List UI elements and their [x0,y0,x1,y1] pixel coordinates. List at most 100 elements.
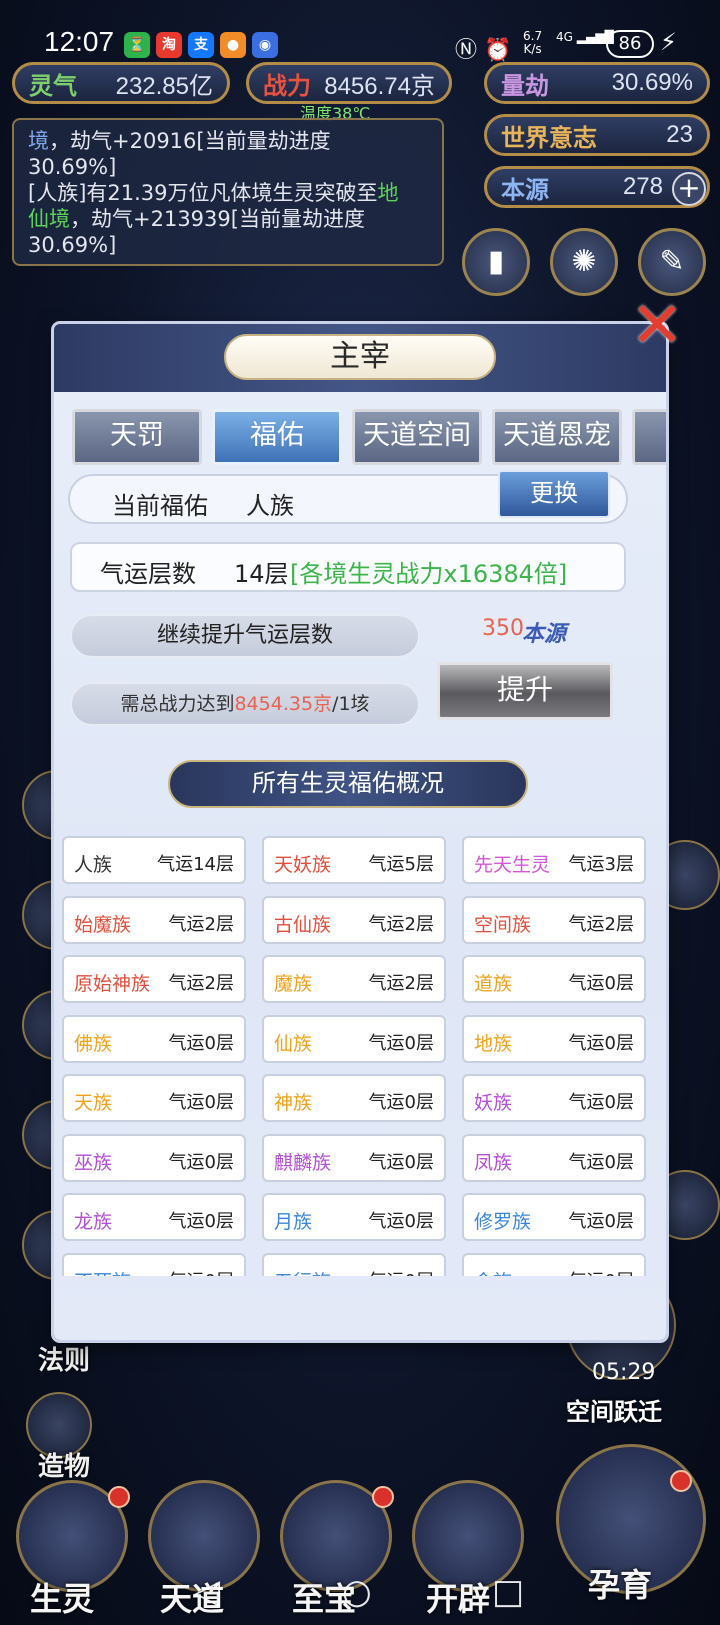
race-name: 五行族 [274,1267,331,1277]
race-name: 地族 [474,1032,513,1055]
world-will-value: 23 [666,121,693,148]
tab-more[interactable] [632,409,666,465]
card-icon[interactable]: ▮ [462,228,530,296]
dialog-title: 主宰 [224,334,496,380]
tab-punishment[interactable]: 天罚 [72,409,202,465]
requirement-target: /1垓 [332,693,370,715]
race-cell[interactable]: 始魔族 气运2层 [62,895,246,944]
change-button[interactable]: 更换 [498,470,610,518]
race-cell[interactable]: 地族 气运0层 [462,1014,646,1063]
lingqi-label: 灵气 [29,70,77,100]
race-name: 人族 [74,854,113,876]
world-will-label: 世界意志 [501,122,597,152]
charging-icon: ⚡ [660,28,677,56]
race-fortune-level: 气运0层 [368,1211,434,1232]
race-cell[interactable]: 魔族 气运2层 [262,955,446,1003]
system-nav-bar: ◁ ○ □ [0,1560,720,1625]
notification-dot [108,1486,130,1508]
race-fortune-level: 气运0层 [368,1151,434,1173]
log-highlight: 地 [377,181,399,205]
race-cell[interactable]: 天族 气运0层 [62,1074,246,1122]
race-name: 始魔族 [74,913,132,936]
dominator-dialog: 主宰 天罚 福佑 天道空间 天道恩宠 当前福佑 人族 更换 气运层数 14层 [… [54,324,666,1340]
tab-heaven-space[interactable]: 天道空间 [352,409,482,465]
fortune-level-label: 气运层数 [100,560,196,588]
race-fortune-level: 气运14层 [157,854,234,875]
upgrade-button[interactable]: 提升 [437,662,613,720]
race-cell[interactable]: 命族 气运0层 [462,1252,646,1277]
race-cell[interactable]: 五行族 气运0层 [262,1252,446,1277]
space-jump-label[interactable]: 空间跃迁 [566,1392,662,1427]
race-cell[interactable]: 凤族 气运0层 [462,1133,646,1182]
world-will-bar[interactable]: 世界意志 23 [484,114,710,156]
log-text: [人族]有21.39万位凡体境生灵突破至 [28,181,378,205]
race-cell[interactable]: 佛族 气运0层 [62,1014,246,1063]
scroll-icon[interactable]: ✎ [638,228,706,296]
race-cell[interactable]: 人族 气运14层 [62,836,246,884]
race-cell[interactable]: 妖族 气运0层 [462,1074,646,1122]
add-benyuan-button[interactable]: + [672,172,706,206]
liangjie-bar[interactable]: 量劫 30.69% [484,62,710,104]
race-name: 巫族 [74,1151,113,1174]
race-cell[interactable]: 修罗族 气运0层 [462,1193,646,1241]
race-cell[interactable]: 古仙族 气运2层 [262,895,446,944]
requirement-label: 需总战力达到8454.35京/1垓 [70,682,420,726]
race-name: 修罗族 [474,1211,532,1233]
fortune-level-value: 14层 [234,560,289,588]
log-text: ，劫气+20916[当前量劫进度 [49,129,331,153]
race-cell[interactable]: 麒麟族 气运0层 [262,1133,446,1182]
race-cell[interactable]: 先天生灵 气运3层 [462,836,646,884]
notification-dot [372,1486,394,1508]
race-cell[interactable]: 月族 气运0层 [262,1193,446,1241]
tab-blessing[interactable]: 福佑 [212,409,342,465]
vortex-icon[interactable]: ✺ [550,228,618,296]
race-cell[interactable]: 巫族 气运0层 [62,1133,246,1182]
log-text: 30.69%] [28,233,117,257]
cost-unit: 本源 [522,622,567,647]
race-cell[interactable]: 道族 气运0层 [462,955,646,1003]
race-cell[interactable]: 神族 气运0层 [262,1074,446,1122]
race-grid: 人族 气运14层 天妖族 气运5层 先天生灵 气运3层 始魔族 气运2层 古仙族 气运2层 空间族气… [62,836,658,1276]
race-name: 神族 [274,1092,313,1114]
home-icon[interactable]: ○ [342,1572,372,1612]
lingqi-bar[interactable]: 灵气 232.85亿 [12,62,230,104]
race-fortune-level: 气运0层 [568,1092,634,1113]
zhanli-bar[interactable]: 战力 8456.74京 [246,62,452,104]
race-name: 命族 [474,1267,512,1277]
race-fortune-level: 气运0层 [568,1211,634,1232]
race-fortune-level: 气运0层 [168,1151,234,1173]
race-fortune-level: 气运0层 [368,1092,434,1113]
race-fortune-level: 气运2层 [568,913,634,935]
race-cell[interactable]: 空间族 气运2层 [462,895,646,944]
race-cell[interactable]: 天妖族 气运5层 [262,836,446,884]
race-fortune-level: 气运2层 [168,913,234,935]
race-cell[interactable]: 不死族 气运0层 [62,1252,246,1277]
race-fortune-level: 气运3层 [568,854,634,875]
race-fortune-level: 气运2层 [168,973,234,994]
app-notification-icon: 淘 [156,32,182,58]
race-fortune-level: 气运0层 [169,1267,234,1277]
zao-wu-label[interactable]: 造物 [38,1446,90,1483]
close-icon[interactable]: ✕ [626,294,688,360]
event-log: 境，劫气+20916[当前量劫进度 30.69%] [人族]有21.39万位凡体… [12,118,444,266]
race-name: 魔族 [274,973,313,995]
battery-indicator: 86 [606,30,654,58]
race-name: 先天生灵 [474,854,551,876]
race-name: 佛族 [74,1032,113,1055]
race-cell[interactable]: 仙族 气运0层 [262,1014,446,1063]
liangjie-value: 30.69% [611,69,693,96]
app-notification-icon: ◉ [252,32,278,58]
notification-dot [670,1470,692,1492]
race-name: 原始神族 [74,973,151,995]
zhanli-value: 8456.74京 [324,72,435,100]
race-cell[interactable]: 原始神族 气运2层 [62,955,246,1003]
current-blessing-label: 当前福佑 [112,492,208,520]
race-cell[interactable]: 龙族 气运0层 [62,1193,246,1241]
back-icon[interactable]: ◁ [194,1572,220,1612]
log-text: ，劫气+213939[当前量劫进度 [70,207,365,231]
race-name: 凤族 [474,1151,513,1174]
tab-heaven-favor[interactable]: 天道恩宠 [492,409,622,465]
alipay-icon: 支 [188,32,214,58]
recents-icon[interactable]: □ [492,1572,524,1612]
fa-ze-label[interactable]: 法则 [38,1340,90,1377]
